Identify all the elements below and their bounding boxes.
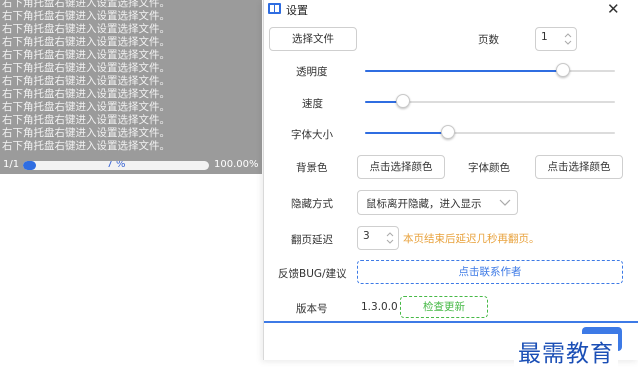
hide-mode-select[interactable]: 鼠标离开隐藏，进入显示 [357, 190, 518, 215]
feedback-label: 反馈BUG/建议 [278, 268, 347, 280]
settings-dialog: 设置 ✕ 选择文件 页数 1 透明度 速度 字体大小 背景色 点击选择颜色 字体… [263, 0, 638, 360]
reader-line: 右下角托盘右键进入设置选择文件。 [2, 127, 170, 139]
reader-line: 右下角托盘右键进入设置选择文件。 [2, 36, 170, 48]
bg-color-label: 背景色 [296, 162, 328, 174]
reader-line: 右下角托盘右键进入设置选择文件。 [2, 23, 170, 35]
reader-line: 右下角托盘右键进入设置选择文件。 [2, 62, 170, 74]
version-label: 版本号 [296, 303, 328, 315]
opacity-label: 透明度 [296, 66, 328, 78]
dialog-title: 设置 [286, 4, 308, 17]
progress-percent: 7 % [106, 161, 126, 170]
close-button[interactable]: ✕ [607, 0, 620, 18]
version-value: 1.3.0.0 [361, 301, 398, 313]
reader-line: 右下角托盘右键进入设置选择文件。 [2, 114, 170, 126]
font-size-label: 字体大小 [291, 129, 333, 141]
font-color-label: 字体颜色 [468, 162, 510, 174]
stepper-arrows-icon[interactable] [385, 229, 395, 247]
reader-overlay: 右下角托盘右键进入设置选择文件。 右下角托盘右键进入设置选择文件。 右下角托盘右键进… [0, 0, 262, 174]
contact-author-button[interactable]: 点击联系作者 [357, 260, 623, 284]
pages-label: 页数 [478, 34, 499, 46]
watermark-logo: 最需教育 [514, 334, 618, 368]
dialog-footer-divider [264, 321, 638, 323]
speed-slider[interactable] [365, 94, 615, 110]
page-delay-value: 3 [363, 230, 370, 242]
slider-fill [365, 132, 448, 134]
reader-line: 右下角托盘右键进入设置选择文件。 [2, 101, 170, 113]
stepper-arrows-icon[interactable] [563, 30, 573, 48]
reader-line: 右下角托盘右键进入设置选择文件。 [2, 0, 170, 9]
slider-knob[interactable] [555, 63, 570, 77]
slider-knob[interactable] [395, 94, 410, 108]
chevron-down-icon [499, 199, 511, 206]
progress-total: 100.00% [214, 159, 259, 170]
speed-label: 速度 [302, 98, 323, 110]
progress-bar: 7 % [23, 161, 209, 170]
title-bar: 设置 ✕ [264, 0, 638, 20]
font-color-button[interactable]: 点击选择颜色 [535, 155, 623, 179]
page-indicator: 1/1 [3, 159, 20, 170]
check-update-button[interactable]: 检查更新 [400, 296, 488, 318]
pages-value: 1 [541, 31, 548, 43]
bg-color-button[interactable]: 点击选择颜色 [357, 155, 445, 179]
hide-mode-label: 隐藏方式 [291, 198, 333, 210]
reader-line: 右下角托盘右键进入设置选择文件。 [2, 75, 170, 87]
reader-text: 右下角托盘右键进入设置选择文件。 右下角托盘右键进入设置选择文件。 右下角托盘右键进… [2, 0, 170, 153]
slider-knob[interactable] [440, 125, 455, 139]
choose-file-button[interactable]: 选择文件 [269, 27, 357, 51]
pages-stepper[interactable]: 1 [535, 27, 577, 51]
page-delay-hint: 本页结束后延迟几秒再翻页。 [403, 233, 540, 245]
app-icon [268, 3, 281, 14]
reader-line: 右下角托盘右键进入设置选择文件。 [2, 49, 170, 61]
hide-mode-value: 鼠标离开隐藏，进入显示 [366, 198, 482, 210]
font-size-slider[interactable] [365, 125, 615, 141]
reader-line: 右下角托盘右键进入设置选择文件。 [2, 88, 170, 100]
reader-line: 右下角托盘右键进入设置选择文件。 [2, 10, 170, 22]
page-delay-stepper[interactable]: 3 [357, 226, 399, 250]
page-delay-label: 翻页延迟 [291, 234, 333, 246]
opacity-slider[interactable] [365, 63, 615, 79]
reader-progress-row: 1/1 7 % 100.00% [0, 158, 262, 174]
reader-line: 右下角托盘右键进入设置选择文件。 [2, 140, 170, 152]
slider-fill [365, 70, 563, 72]
